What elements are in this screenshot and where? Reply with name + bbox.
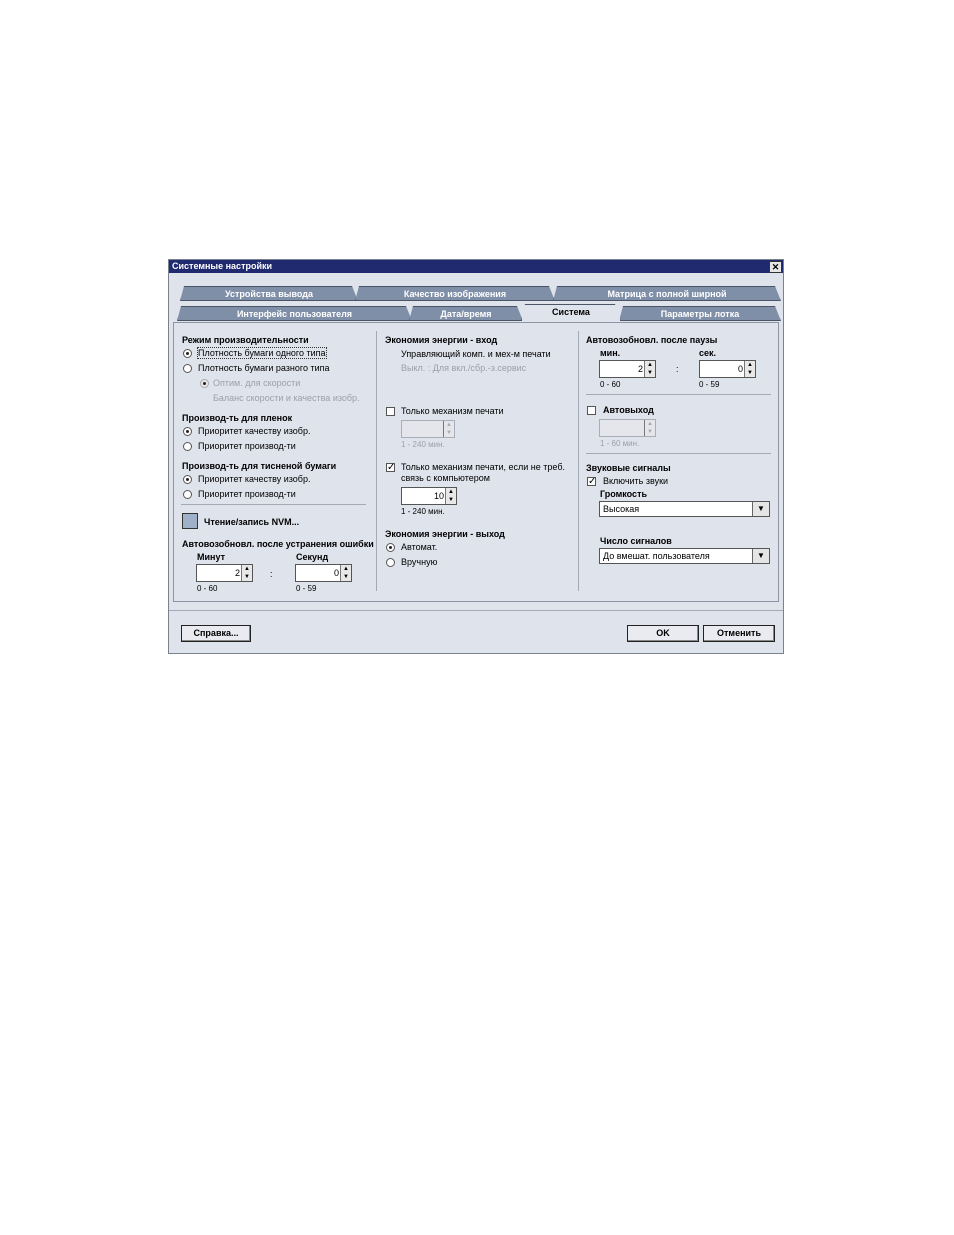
signal-count-select[interactable]: До вмешат. пользователя ▼	[599, 548, 770, 564]
dropdown-arrow-icon[interactable]: ▼	[752, 502, 769, 516]
seconds-stepper[interactable]: 0 ▲ ▼	[295, 564, 352, 582]
perf-sub-balance-label: Баланс скорости и качества изобр.	[213, 393, 360, 403]
autologout-range: 1 - 60 мин.	[600, 439, 640, 448]
pause-seconds-value: 0	[737, 364, 743, 374]
pause-minutes-stepper[interactable]: 2 ▲ ▼	[599, 360, 656, 378]
print-only-nocomp-label2: связь с компьютером	[401, 473, 490, 483]
separator	[169, 610, 783, 611]
separator	[578, 331, 579, 591]
seconds-value: 0	[333, 568, 339, 578]
spin-arrows-icon[interactable]: ▲ ▼	[744, 361, 755, 377]
print-only-label: Только механизм печати	[401, 406, 504, 416]
spin-arrows-icon[interactable]: ▲ ▼	[241, 565, 252, 581]
auto-resume-error-title: Автовозобновл. после устранения ошибки	[182, 539, 374, 549]
seconds-label: Секунд	[296, 552, 329, 562]
minutes-stepper[interactable]: 2 ▲ ▼	[196, 564, 253, 582]
help-button[interactable]: Справка...	[181, 625, 251, 642]
pause-min-label: мин.	[600, 348, 621, 358]
print-only-stepper[interactable]: ▲ ▼	[401, 420, 455, 438]
print-only-nocomp-range: 1 - 240 мин.	[401, 507, 445, 516]
emboss-title: Производ-ть для тисненой бумаги	[182, 461, 337, 471]
eco-out-radio-auto[interactable]	[386, 543, 395, 552]
pause-seconds-range: 0 - 59	[699, 380, 720, 389]
film-speed-label: Приоритет производ-ти	[198, 441, 296, 451]
print-only-range: 1 - 240 мин.	[401, 440, 445, 449]
ok-button[interactable]: OK	[627, 625, 699, 642]
minutes-value: 2	[234, 568, 240, 578]
spin-arrows-icon[interactable]: ▲ ▼	[443, 421, 454, 437]
volume-label: Громкость	[600, 489, 648, 499]
film-radio-speed[interactable]	[183, 442, 192, 451]
tab-date-time[interactable]: Дата/время	[409, 306, 523, 321]
print-only-nocomp-value: 10	[433, 491, 444, 501]
autologout-label: Автовыход	[603, 405, 654, 415]
colon: :	[676, 364, 679, 374]
tab-user-interface[interactable]: Интерфейс пользователя	[177, 306, 412, 321]
minutes-label: Минут	[197, 552, 225, 562]
separator	[586, 394, 771, 395]
spin-arrows-icon[interactable]: ▲ ▼	[445, 488, 456, 504]
pause-minutes-value: 2	[637, 364, 643, 374]
nvm-icon[interactable]	[182, 513, 198, 529]
perf-mixed-label: Плотность бумаги разного типа	[198, 363, 330, 373]
energy-save-in-title: Экономия энергии - вход	[385, 335, 498, 345]
emboss-quality-label: Приоритет качеству изобр.	[198, 474, 311, 484]
perf-sub-speed-label: Оптим. для скорости	[213, 378, 301, 388]
spin-arrows-icon[interactable]: ▲ ▼	[644, 361, 655, 377]
separator	[376, 331, 377, 591]
perf-mode-title: Режим производительности	[182, 335, 309, 345]
nvm-button-label[interactable]: Чтение/запись NVM...	[204, 517, 299, 527]
print-only-nocomp-stepper[interactable]: 10 ▲ ▼	[401, 487, 457, 505]
pause-seconds-stepper[interactable]: 0 ▲ ▼	[699, 360, 756, 378]
eco-out-radio-manual[interactable]	[386, 558, 395, 567]
dialog-title: Системные настройки	[169, 260, 783, 273]
sound-enable-checkbox[interactable]: ✓	[587, 477, 596, 487]
film-quality-label: Приоритет качеству изобр.	[198, 426, 311, 436]
energy-save-in-line1: Управляющий комп. и мех-м печати	[401, 349, 551, 359]
print-only-nocomp-checkbox[interactable]: ✓	[386, 463, 395, 473]
sound-title: Звуковые сигналы	[586, 463, 671, 473]
signal-count-label: Число сигналов	[600, 536, 672, 546]
tab-tray-settings[interactable]: Параметры лотка	[619, 306, 781, 321]
tab-image-quality[interactable]: Качество изображения	[355, 286, 555, 301]
perf-same-label: Плотность бумаги одного типа	[197, 347, 327, 359]
film-title: Производ-ть для пленок	[182, 413, 293, 423]
spin-arrows-icon[interactable]: ▲ ▼	[644, 420, 655, 436]
emboss-speed-label: Приоритет производ-ти	[198, 489, 296, 499]
film-radio-quality[interactable]	[183, 427, 192, 436]
dropdown-arrow-icon[interactable]: ▼	[752, 549, 769, 563]
separator	[181, 504, 366, 505]
perf-radio-same[interactable]	[183, 349, 192, 358]
tab-full-width-array[interactable]: Матрица с полной ширной	[553, 286, 781, 301]
auto-resume-pause-title: Автовозобновл. после паузы	[586, 335, 718, 345]
minutes-range: 0 - 60	[197, 584, 218, 593]
seconds-range: 0 - 59	[296, 584, 317, 593]
cancel-button[interactable]: Отменить	[703, 625, 775, 642]
perf-radio-mixed[interactable]	[183, 364, 192, 373]
energy-save-out-title: Экономия энергии - выход	[385, 529, 505, 539]
print-only-nocomp-label: Только механизм печати, если не треб.	[401, 462, 565, 472]
eco-out-manual-label: Вручную	[401, 557, 438, 567]
perf-sub-speed-radio[interactable]	[200, 379, 209, 388]
emboss-radio-quality[interactable]	[183, 475, 192, 484]
pause-minutes-range: 0 - 60	[600, 380, 621, 389]
tab-system[interactable]: Система	[521, 304, 621, 321]
volume-select[interactable]: Высокая ▼	[599, 501, 770, 517]
autologout-checkbox[interactable]	[587, 406, 596, 415]
eco-out-auto-label: Автомат.	[401, 542, 438, 552]
volume-value: Высокая	[603, 504, 640, 514]
autologout-stepper[interactable]: ▲ ▼	[599, 419, 656, 437]
separator	[586, 453, 771, 454]
pause-sec-label: сек.	[699, 348, 717, 358]
energy-save-in-line2: Выкл. : Для вкл./сбр.-з.сервис	[401, 363, 527, 373]
emboss-radio-speed[interactable]	[183, 490, 192, 499]
close-icon[interactable]: ✕	[769, 261, 782, 273]
spin-arrows-icon[interactable]: ▲ ▼	[340, 565, 351, 581]
sound-enable-label: Включить звуки	[603, 476, 669, 486]
system-settings-dialog: Системные настройки ✕ Устройства вывода …	[168, 259, 784, 654]
print-only-checkbox[interactable]	[386, 407, 395, 416]
tab-output-devices[interactable]: Устройства вывода	[180, 286, 358, 301]
signal-count-value: До вмешат. пользователя	[603, 551, 710, 561]
colon: :	[270, 569, 273, 579]
